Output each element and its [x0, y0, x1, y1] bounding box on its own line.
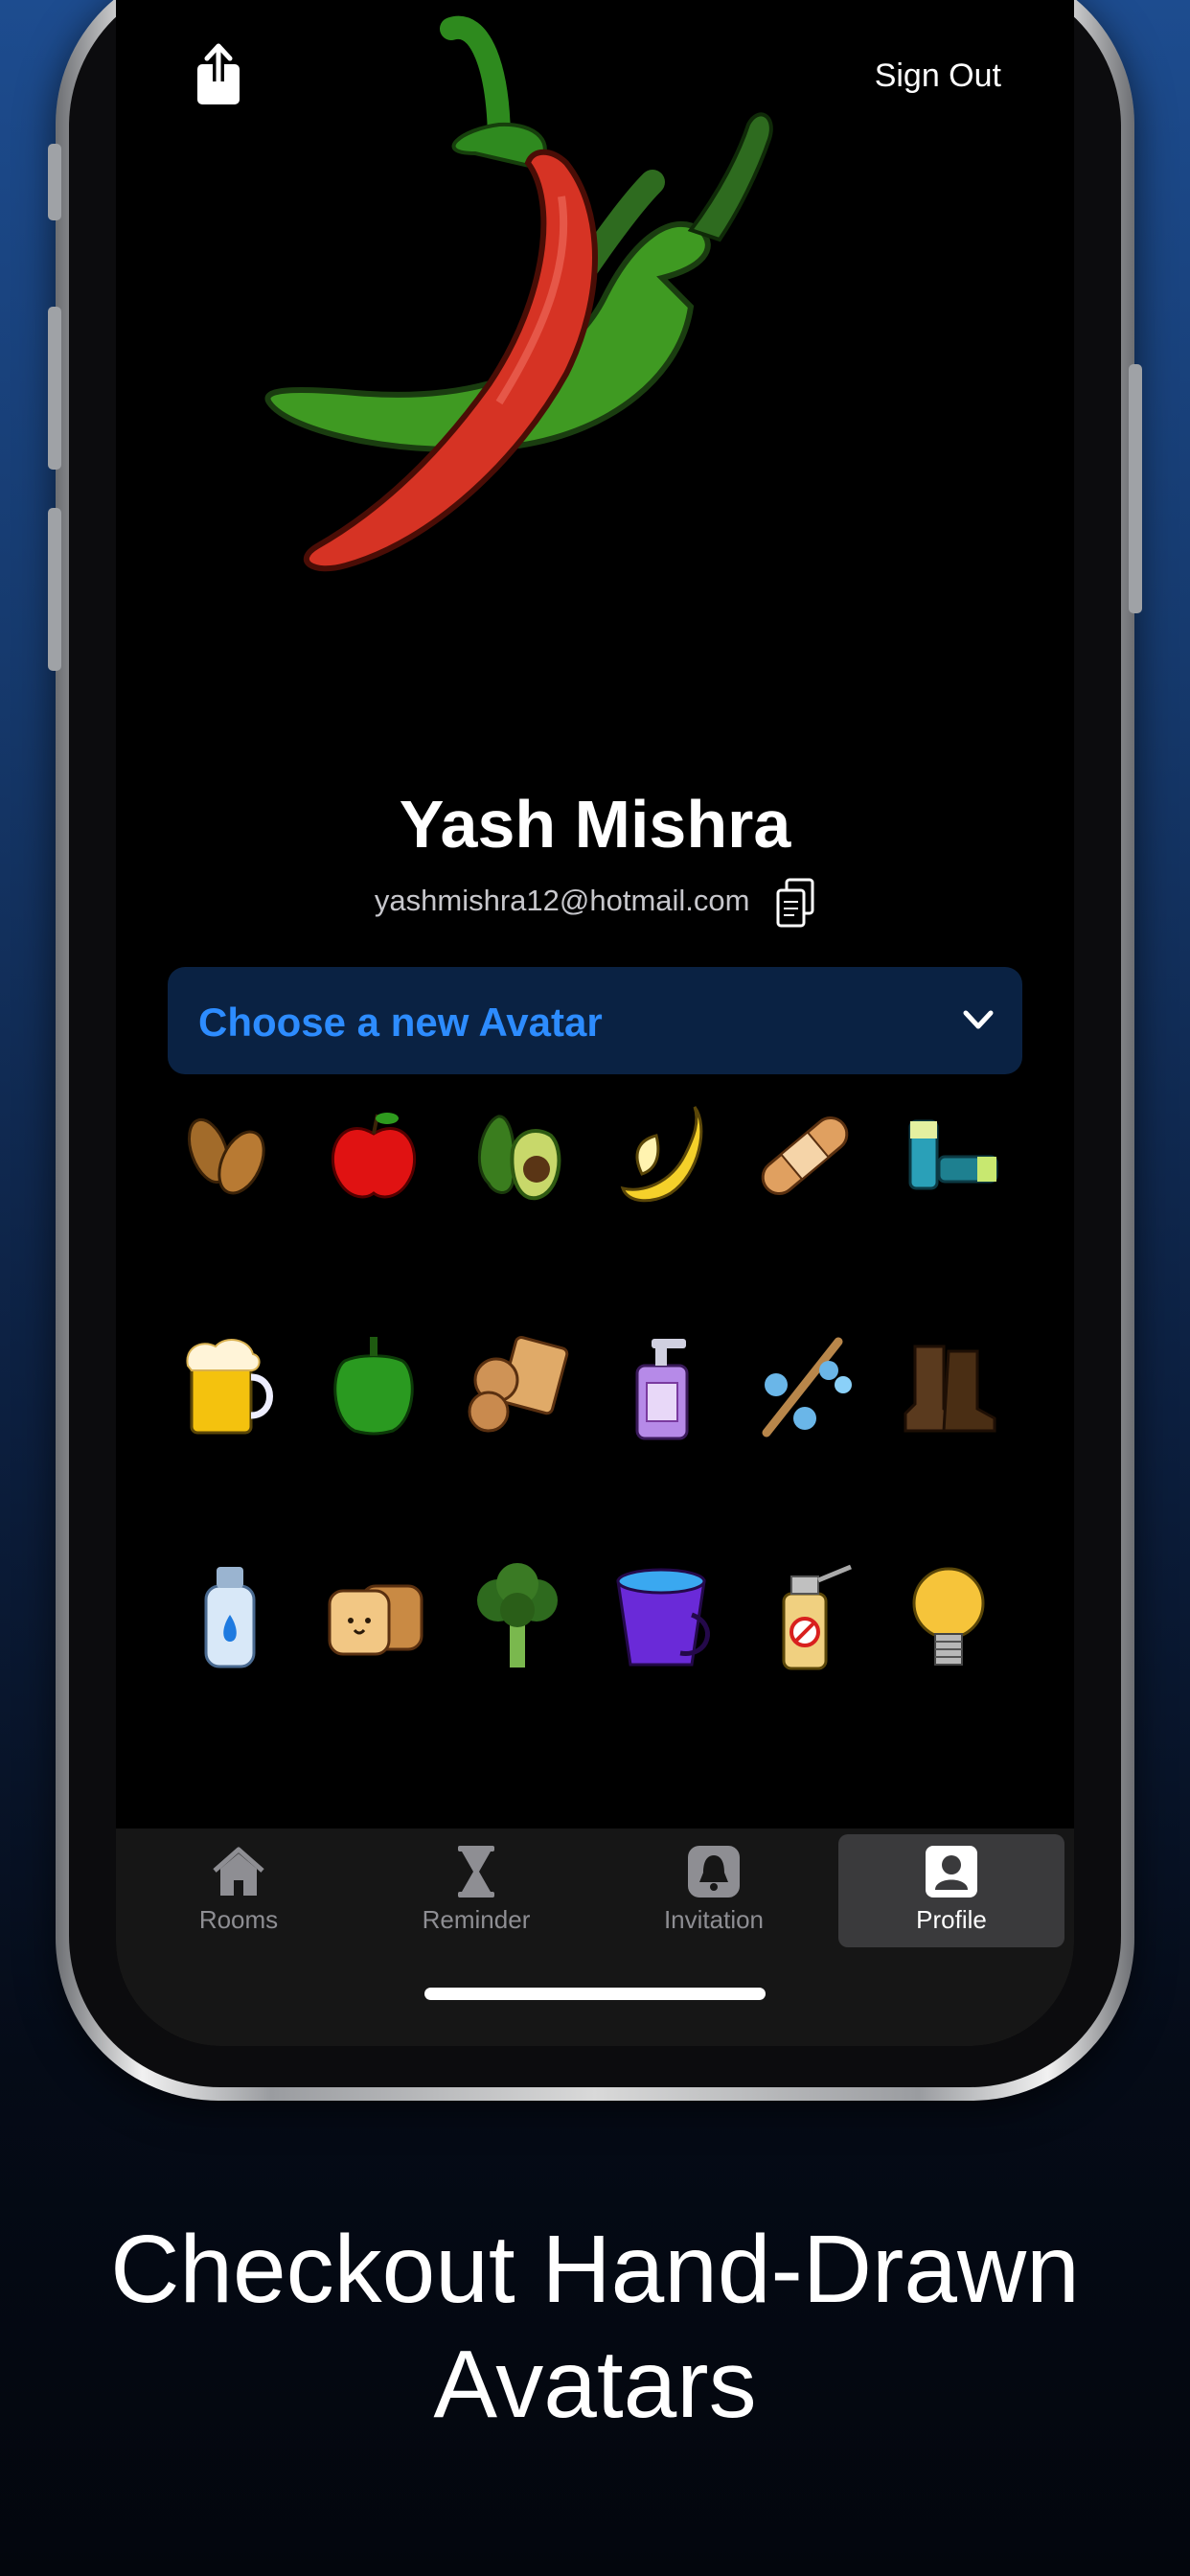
avatar-batteries[interactable] [886, 1092, 1011, 1217]
tab-bar: Rooms Reminder Invitation Profile [116, 1828, 1074, 2046]
avatar-picker-label: Choose a new Avatar [198, 1000, 603, 1045]
side-button-left-2 [48, 307, 61, 470]
avatar-banana[interactable] [599, 1092, 723, 1217]
promo-caption: Checkout Hand-Drawn Avatars [0, 2212, 1190, 2442]
chili-peppers-avatar [264, 15, 773, 572]
avatar-picker-dropdown[interactable]: Choose a new Avatar [168, 967, 1022, 1074]
avatar-broccoli[interactable] [455, 1552, 580, 1677]
avatar-broom[interactable] [743, 1322, 867, 1447]
tab-rooms[interactable]: Rooms [126, 1834, 352, 1947]
avatar-light-bulb[interactable] [886, 1552, 1011, 1677]
avatar-bottle[interactable] [168, 1552, 292, 1677]
avatar-almonds[interactable] [168, 1092, 292, 1217]
avatar-biscuits[interactable] [455, 1322, 580, 1447]
avatar-bug-spray[interactable] [743, 1552, 867, 1677]
profile-name: Yash Mishra [399, 787, 791, 862]
avatar-boots[interactable] [886, 1322, 1011, 1447]
profile-email: yashmishra12@hotmail.com [374, 884, 750, 918]
email-row: yashmishra12@hotmail.com [116, 877, 1074, 929]
bell-icon [688, 1846, 740, 1898]
hourglass-icon [458, 1846, 494, 1898]
avatar-grid [168, 1092, 1040, 1687]
copy-icon[interactable] [775, 877, 815, 929]
share-icon[interactable] [195, 43, 242, 106]
home-indicator [424, 1988, 766, 2000]
tab-label: Invitation [663, 1905, 765, 1934]
tab-label: Profile [916, 1905, 987, 1934]
avatar-bucket[interactable] [599, 1552, 723, 1677]
side-button-left-1 [48, 144, 61, 220]
avatar-apple[interactable] [311, 1092, 436, 1217]
caption-line-1: Checkout Hand-Drawn [110, 2216, 1080, 2323]
tab-label: Reminder [422, 1905, 531, 1934]
side-button-right [1129, 364, 1142, 613]
avatar-bell-pepper[interactable] [311, 1322, 436, 1447]
house-icon [213, 1847, 264, 1896]
tab-invitation[interactable]: Invitation [601, 1834, 827, 1947]
avatar-bread[interactable] [311, 1552, 436, 1677]
person-icon [926, 1846, 977, 1898]
tab-profile[interactable]: Profile [838, 1834, 1064, 1947]
avatar-beer[interactable] [168, 1322, 292, 1447]
side-button-left-3 [48, 508, 61, 671]
tab-reminder[interactable]: Reminder [363, 1834, 589, 1947]
avatar-bandage[interactable] [743, 1092, 867, 1217]
avatar-soap-dispenser[interactable] [599, 1322, 723, 1447]
app-screen: Sign Out Yash Mishra yashmishra12@hotmai… [116, 0, 1074, 2046]
tab-label: Rooms [198, 1905, 279, 1934]
avatar-avocado[interactable] [455, 1092, 580, 1217]
chevron-down-icon [963, 1010, 994, 1029]
caption-line-2: Avatars [433, 2331, 757, 2438]
